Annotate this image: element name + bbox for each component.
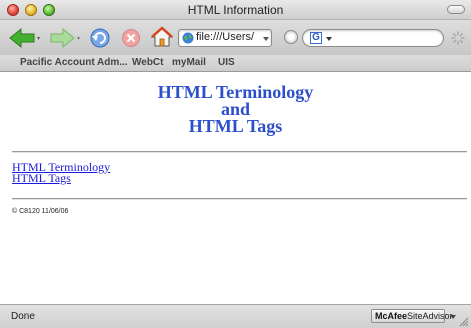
home-icon[interactable] [151, 26, 173, 48]
divider-top [12, 151, 467, 153]
siteadvisor-dropdown-icon[interactable] [450, 315, 456, 319]
search-bar[interactable]: G [302, 29, 444, 47]
bookmarks-bar: Pacific Account Adm... WebCt myMail UIS [0, 55, 471, 72]
siteadvisor-brand: McAfee [375, 311, 408, 321]
page-heading: HTML Terminology and HTML Tags [0, 83, 471, 136]
spinner-icon [451, 31, 465, 45]
bookmark-webct[interactable]: WebCt [132, 57, 163, 68]
google-icon[interactable]: G [310, 32, 322, 44]
bookmark-uis[interactable]: UIS [218, 57, 235, 68]
back-arrow-icon[interactable] [8, 27, 42, 49]
copyright-note: © C8120 11/06/06 [12, 208, 69, 215]
bookmark-pacific-account[interactable]: Pacific Account Adm... [20, 57, 128, 68]
stop-icon[interactable] [121, 28, 141, 48]
browser-window: HTML Information file:///Users/ G Pacifi… [0, 0, 471, 328]
url-bar[interactable]: file:///Users/ [178, 29, 272, 47]
forward-arrow-icon[interactable] [50, 27, 82, 49]
divider-bottom [12, 198, 467, 200]
link-list: HTML Terminology HTML Tags [12, 161, 110, 184]
url-history-dropdown-icon[interactable] [263, 37, 269, 41]
siteadvisor-button[interactable]: McAfeeSiteAdvisor [371, 309, 453, 323]
toolbar-toggle-button[interactable] [447, 5, 465, 14]
go-button[interactable] [284, 30, 298, 44]
resize-grip-icon[interactable] [458, 316, 469, 327]
search-engine-dropdown-icon[interactable] [326, 37, 332, 41]
title-bar: HTML Information [0, 0, 471, 20]
window-title: HTML Information [187, 3, 284, 17]
page-content: HTML Terminology and HTML Tags HTML Term… [0, 72, 471, 304]
siteadvisor-product: SiteAdvisor [407, 311, 453, 321]
link-html-tags[interactable]: HTML Tags [12, 172, 110, 184]
heading-line-3: HTML Tags [188, 116, 283, 136]
status-bar: Done McAfeeSiteAdvisor [0, 304, 471, 328]
url-field[interactable]: file:///Users/ [196, 31, 254, 43]
bookmark-mymail[interactable]: myMail [172, 57, 206, 68]
reload-icon[interactable] [88, 27, 112, 49]
status-text: Done [11, 311, 35, 322]
globe-icon [182, 32, 194, 44]
navigation-toolbar: file:///Users/ G [0, 20, 471, 55]
